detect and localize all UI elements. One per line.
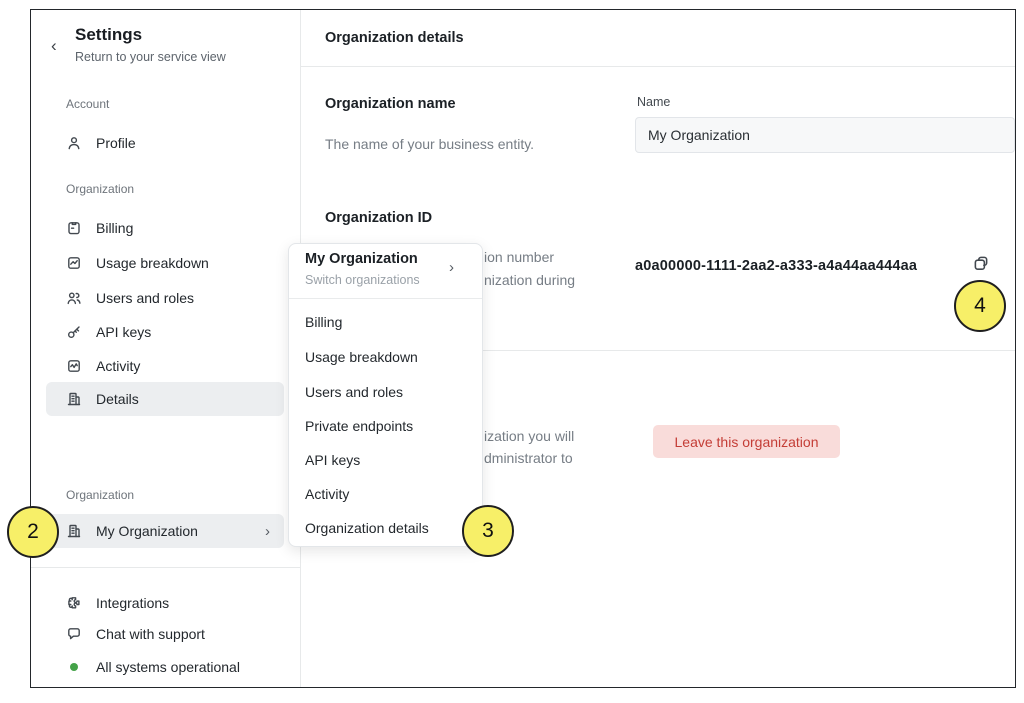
dropdown-item-label: Organization details (305, 520, 429, 536)
dropdown-item-users-and-roles[interactable]: Users and roles (305, 375, 465, 409)
dropdown-item-label: Usage breakdown (305, 349, 418, 365)
sidebar-item-label: Users and roles (96, 290, 194, 306)
sidebar-item-details[interactable]: Details (46, 382, 284, 416)
sidebar-item-users-and-roles[interactable]: Users and roles (46, 281, 284, 315)
org-id-description-fragment-2: nization during (484, 272, 575, 288)
leave-organization-button[interactable]: Leave this organization (653, 425, 840, 458)
sidebar-footer-divider (31, 567, 300, 568)
dropdown-item-organization-details[interactable]: Organization details (305, 511, 465, 545)
chevron-right-icon: › (265, 523, 284, 540)
section-label-organization-switcher: Organization (66, 488, 134, 502)
section-label-account: Account (66, 97, 109, 111)
dropdown-item-billing[interactable]: Billing (305, 305, 465, 339)
building-icon (66, 391, 82, 407)
dropdown-item-private-endpoints[interactable]: Private endpoints (305, 409, 465, 443)
organization-id-value: a0a00000-1111-2aa2-a333-a4a44aa444aa (635, 258, 917, 274)
sidebar-item-label: Usage breakdown (96, 255, 209, 271)
dropdown-item-label: Activity (305, 486, 349, 502)
sidebar-item-billing[interactable]: Billing (46, 211, 284, 245)
sidebar-item-label: My Organization (96, 523, 198, 539)
sidebar-item-label: Chat with support (96, 626, 205, 642)
sidebar-item-my-organization[interactable]: My Organization › (46, 514, 284, 548)
back-chevron-icon[interactable]: ‹ (51, 36, 57, 56)
callout-4: 4 (954, 280, 1006, 332)
org-id-heading: Organization ID (325, 210, 432, 226)
sidebar-item-label: Billing (96, 220, 133, 236)
sidebar-item-integrations[interactable]: Integrations (46, 586, 284, 620)
sidebar-item-usage-breakdown[interactable]: Usage breakdown (46, 246, 284, 280)
sidebar-item-label: All systems operational (96, 659, 240, 675)
org-id-description-fragment-1: ion number (484, 249, 554, 265)
building-icon (66, 523, 82, 539)
dropdown-item-label: API keys (305, 452, 360, 468)
sidebar-item-profile[interactable]: Profile (46, 126, 284, 160)
user-icon (66, 135, 82, 151)
chat-bubble-icon (66, 626, 82, 642)
dropdown-item-label: Users and roles (305, 384, 403, 400)
dropdown-org-subtitle: Switch organizations (305, 273, 420, 287)
sidebar-item-api-keys[interactable]: API keys (46, 315, 284, 349)
sidebar-item-label: Activity (96, 358, 140, 374)
sidebar-item-chat-support[interactable]: Chat with support (46, 617, 284, 651)
chevron-right-icon: › (449, 259, 454, 276)
callout-2: 2 (7, 506, 59, 558)
dropdown-org-title[interactable]: My Organization (305, 251, 418, 267)
sidebar-item-activity[interactable]: Activity (46, 349, 284, 383)
dropdown-item-activity[interactable]: Activity (305, 477, 465, 511)
header-divider (301, 66, 1015, 67)
sidebar-item-system-status[interactable]: All systems operational (46, 650, 284, 684)
sidebar-item-label: Profile (96, 135, 136, 151)
sidebar-item-label: Integrations (96, 595, 169, 611)
users-icon (66, 290, 82, 306)
leave-description-fragment-1: ization you will (484, 428, 574, 444)
puzzle-icon (66, 595, 82, 611)
name-field-label: Name (637, 95, 670, 109)
organization-name-input[interactable] (635, 117, 1015, 153)
dropdown-divider (289, 298, 482, 299)
status-dot-green-icon (66, 659, 82, 675)
settings-subtitle[interactable]: Return to your service view (75, 50, 226, 64)
sidebar-item-label: API keys (96, 324, 151, 340)
callout-3: 3 (462, 505, 514, 557)
org-name-heading: Organization name (325, 96, 456, 112)
page-title: Organization details (325, 30, 464, 46)
dropdown-item-usage-breakdown[interactable]: Usage breakdown (305, 340, 465, 374)
section-label-organization: Organization (66, 182, 134, 196)
org-name-description: The name of your business entity. (325, 136, 534, 152)
dropdown-item-api-keys[interactable]: API keys (305, 443, 465, 477)
billing-icon (66, 220, 82, 236)
sidebar-item-label: Details (96, 391, 139, 407)
settings-title: Settings (75, 25, 142, 45)
activity-icon (66, 358, 82, 374)
leave-description-fragment-2: dministrator to (484, 450, 573, 466)
dropdown-item-label: Private endpoints (305, 418, 413, 434)
key-icon (66, 324, 82, 340)
usage-icon (66, 255, 82, 271)
copy-icon (972, 254, 990, 272)
dropdown-item-label: Billing (305, 314, 342, 330)
copy-id-button[interactable] (969, 251, 993, 275)
